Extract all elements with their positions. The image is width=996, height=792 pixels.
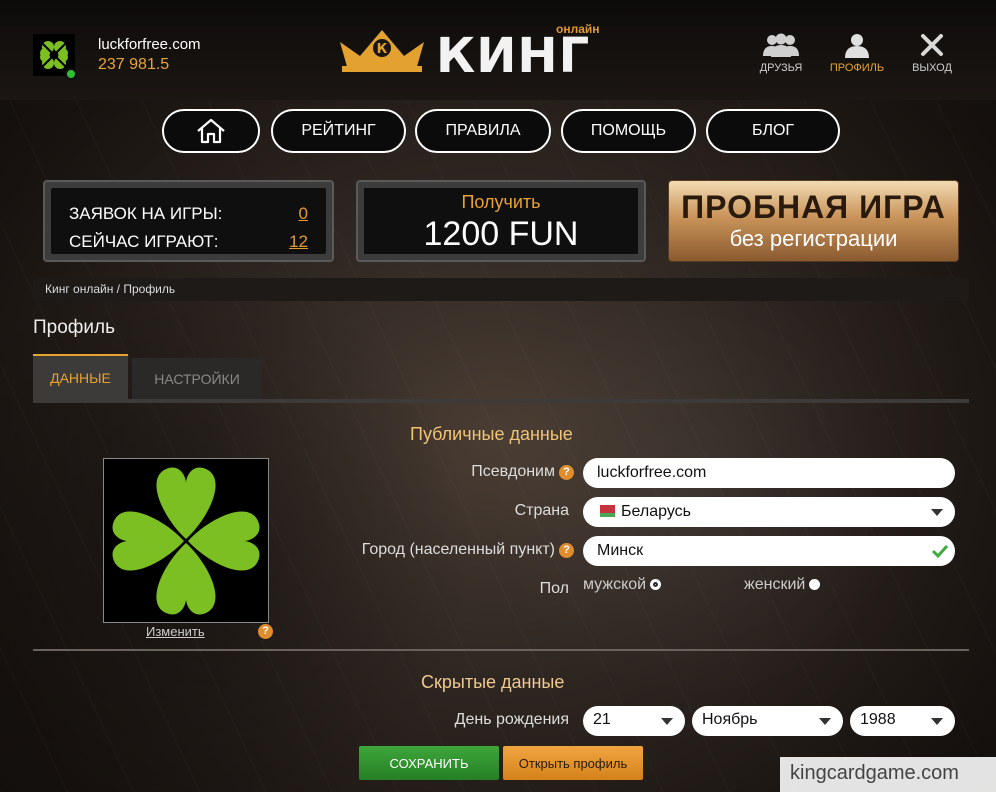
gender-female-label: женский <box>744 576 806 593</box>
nav-help[interactable]: ПОМОЩЬ <box>561 109 696 153</box>
country-value: Беларусь <box>621 503 691 520</box>
playing-count-link[interactable]: 12 <box>289 228 308 256</box>
balance: 237 981.5 <box>98 56 170 73</box>
logout-label: ВЫХОД <box>912 62 952 74</box>
birth-month-select[interactable]: Ноябрь <box>692 706 843 736</box>
nickname-label-wrap: Псевдоним? <box>340 463 574 481</box>
belarus-flag-icon <box>597 505 615 517</box>
birth-month-value: Ноябрь <box>702 711 758 728</box>
birth-year-value: 1988 <box>860 711 896 728</box>
hidden-data-title: Скрытые данные <box>421 672 565 692</box>
get-fun-panel[interactable]: Получить 1200 FUN <box>356 180 646 262</box>
requests-label: ЗАЯВОК НА ИГРЫ: <box>69 204 223 223</box>
watermark: kingcardgame.com <box>780 757 996 792</box>
clover-icon <box>112 467 260 615</box>
nav-rules[interactable]: ПРАВИЛА <box>415 109 551 153</box>
page-title: Профиль <box>33 317 116 338</box>
nickname-label: Псевдоним <box>471 463 555 480</box>
birth-year-select[interactable]: 1988 <box>850 706 955 736</box>
tab-underline <box>33 399 969 403</box>
crown-letter: К <box>377 42 388 57</box>
friends-icon <box>763 33 799 57</box>
profile-avatar <box>103 458 269 623</box>
friends-label: ДРУЗЬЯ <box>759 62 803 74</box>
breadcrumb[interactable]: Кинг онлайн / Профиль <box>33 278 969 301</box>
profile-icon <box>845 34 869 58</box>
public-data-title: Публичные данные <box>410 424 573 444</box>
city-label: Город (населенный пункт) <box>361 541 555 558</box>
avatar-help-icon[interactable]: ? <box>258 624 273 639</box>
stats-panel: ЗАЯВОК НА ИГРЫ: 0 СЕЙЧАС ИГРАЮТ: 12 <box>43 180 334 262</box>
requests-row: ЗАЯВОК НА ИГРЫ: 0 <box>69 200 308 228</box>
tab-settings[interactable]: НАСТРОЙКИ <box>132 358 262 400</box>
get-fun-label: Получить <box>461 192 541 212</box>
gender-male-radio[interactable] <box>650 579 662 590</box>
get-fun-inner: Получить 1200 FUN <box>364 188 638 254</box>
gender-female-option[interactable]: женский <box>744 576 821 594</box>
crown-icon: К <box>340 30 424 72</box>
logo-text: КИНГ <box>436 28 591 84</box>
trial-subtitle: без регистрации <box>729 226 898 251</box>
birth-day-select[interactable]: 21 <box>583 706 685 736</box>
birthday-label: День рождения <box>454 711 569 728</box>
gender-female-radio[interactable] <box>809 579 821 590</box>
trial-game-button[interactable]: ПРОБНАЯ ИГРА без регистрации <box>668 180 959 262</box>
playing-label: СЕЙЧАС ИГРАЮТ: <box>69 232 219 251</box>
city-input[interactable]: Минск <box>583 536 955 566</box>
chevron-down-icon <box>931 718 943 725</box>
stats-inner: ЗАЯВОК НА ИГРЫ: 0 СЕЙЧАС ИГРАЮТ: 12 <box>51 188 326 254</box>
logout-link[interactable]: ВЫХОД <box>906 32 958 74</box>
get-fun-amount: 1200 FUN <box>423 215 579 253</box>
nickname-value: luckforfree.com <box>597 464 707 481</box>
trial-title: ПРОБНАЯ ИГРА <box>681 189 946 225</box>
save-button[interactable]: СОХРАНИТЬ <box>359 746 499 780</box>
logo-subtext: онлайн <box>556 22 600 36</box>
check-icon <box>931 544 949 559</box>
city-label-wrap: Город (населенный пункт)? <box>300 541 574 559</box>
birth-day-value: 21 <box>593 711 611 728</box>
home-icon <box>197 118 225 144</box>
username[interactable]: luckforfree.com <box>98 36 201 53</box>
chevron-down-icon <box>661 718 673 725</box>
nickname-help-icon[interactable]: ? <box>559 465 574 480</box>
profile-label: ПРОФИЛЬ <box>829 62 885 74</box>
online-status-dot <box>65 68 77 80</box>
logout-icon <box>921 34 943 56</box>
section-divider <box>33 649 969 651</box>
nav-blog[interactable]: БЛОГ <box>706 109 840 153</box>
profile-link[interactable]: ПРОФИЛЬ <box>826 32 888 74</box>
friends-link[interactable]: ДРУЗЬЯ <box>753 32 809 74</box>
change-avatar-link[interactable]: Изменить <box>146 624 205 639</box>
playing-row: СЕЙЧАС ИГРАЮТ: 12 <box>69 228 308 256</box>
tab-data[interactable]: ДАННЫЕ <box>33 354 128 400</box>
gender-male-label: мужской <box>583 576 647 593</box>
nav-home-button[interactable] <box>162 109 260 153</box>
open-profile-button[interactable]: Открыть профиль <box>503 746 643 780</box>
gender-male-option[interactable]: мужской <box>583 576 662 594</box>
gender-label: Пол <box>539 580 569 597</box>
requests-count-link[interactable]: 0 <box>299 200 308 228</box>
chevron-down-icon <box>819 718 831 725</box>
nav-rating[interactable]: РЕЙТИНГ <box>271 109 406 153</box>
country-select[interactable]: Беларусь <box>583 497 955 527</box>
chevron-down-icon <box>931 509 943 516</box>
city-value: Минск <box>597 542 644 559</box>
city-help-icon[interactable]: ? <box>559 543 574 558</box>
country-label: Страна <box>514 502 569 519</box>
nickname-input[interactable]: luckforfree.com <box>583 458 955 488</box>
